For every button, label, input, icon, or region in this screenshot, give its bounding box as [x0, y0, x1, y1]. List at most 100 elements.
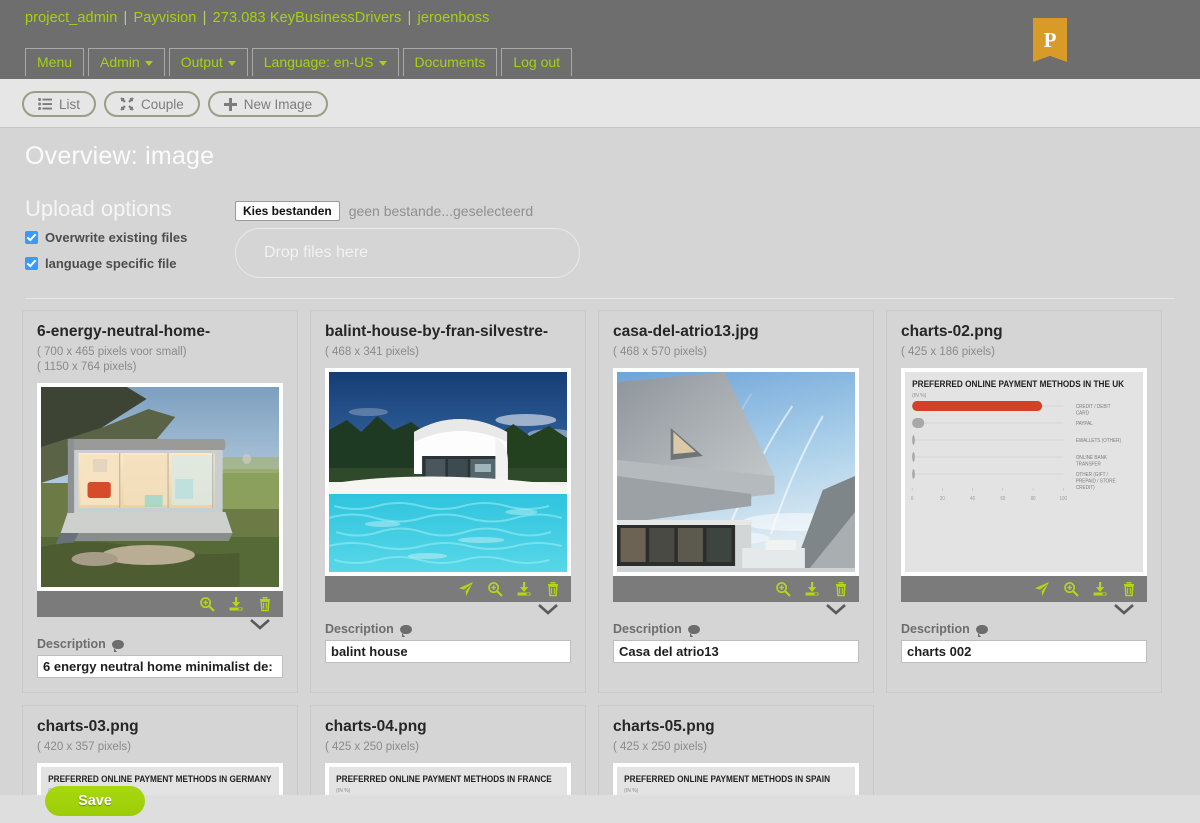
zoom-in-icon[interactable]	[199, 596, 215, 612]
chevron-down-icon[interactable]	[537, 602, 559, 616]
description-label-row: Description	[325, 622, 571, 637]
card-dimensions: ( 425 x 186 pixels)	[901, 346, 995, 358]
description-input[interactable]	[325, 640, 571, 663]
chevron-down-icon[interactable]	[249, 617, 271, 631]
card-action-bar	[901, 576, 1147, 602]
nav-tab-log-out[interactable]: Log out	[501, 48, 573, 76]
chevron-down-icon[interactable]	[825, 602, 847, 616]
card-filename: balint-house-by-fran-silvestre-	[325, 323, 549, 340]
list-button[interactable]: List	[22, 91, 97, 117]
card-filename: charts-05.png	[613, 718, 715, 735]
comment-bubble-icon	[111, 639, 124, 652]
svg-text:ONLINE BANK: ONLINE BANK	[1076, 455, 1108, 461]
comment-bubble-icon	[687, 624, 700, 637]
thumbnail-frame[interactable]	[37, 383, 283, 591]
image-card: balint-house-by-fran-silvestre- ( 468 x 3…	[310, 310, 586, 693]
card-dimensions: ( 468 x 341 pixels)	[325, 346, 419, 358]
thumbnail-image	[41, 387, 279, 587]
save-button[interactable]: Save	[45, 786, 145, 816]
couple-button[interactable]: Couple	[104, 91, 200, 117]
svg-text:OTHER (GIFT /: OTHER (GIFT /	[1076, 472, 1109, 478]
logo-letter: P	[1043, 28, 1057, 52]
thumbnail-frame[interactable]	[325, 368, 571, 576]
card-filename: charts-02.png	[901, 323, 1003, 340]
trash-icon[interactable]	[833, 581, 849, 597]
svg-text:0: 0	[911, 496, 914, 502]
dropzone-label: Drop files here	[264, 244, 369, 261]
nav-tab-documents[interactable]: Documents	[402, 48, 498, 76]
language-specific-file-row[interactable]: language specific file	[25, 256, 177, 271]
nav-tab-label: Log out	[513, 54, 561, 70]
chart-thumbnail: PREFERRED ONLINE PAYMENT METHODS IN THE …	[905, 372, 1143, 572]
card-action-bar	[37, 591, 283, 617]
thumbnail-frame[interactable]: PREFERRED ONLINE PAYMENT METHODS IN THE …	[901, 368, 1147, 576]
trash-icon[interactable]	[1121, 581, 1137, 597]
upload-options-heading: Upload options	[25, 196, 172, 221]
download-icon[interactable]	[1092, 581, 1108, 597]
card-dimensions: ( 420 x 357 pixels)	[37, 741, 131, 753]
nav-tab-label: Language: en-US	[263, 54, 374, 70]
nav-tab-label: Documents	[414, 54, 486, 70]
send-icon[interactable]	[1034, 581, 1050, 597]
card-action-bar	[613, 576, 859, 602]
breadcrumb-separator: |	[403, 10, 416, 26]
card-dimensions: ( 468 x 570 pixels)	[613, 346, 707, 358]
card-filename: charts-03.png	[37, 718, 139, 735]
svg-text:PREFERRED ONLINE PAYMENT METHO: PREFERRED ONLINE PAYMENT METHODS IN FRAN…	[336, 774, 552, 785]
view-mode-buttons: List Couple New Image	[22, 91, 329, 117]
svg-text:80: 80	[1031, 496, 1036, 502]
description-input[interactable]	[901, 640, 1147, 663]
choose-files-button[interactable]: Kies bestanden	[235, 201, 340, 221]
svg-text:100: 100	[1060, 496, 1068, 502]
description-input[interactable]	[37, 655, 283, 678]
svg-text:(IN %): (IN %)	[624, 788, 638, 794]
overwrite-existing-files-row[interactable]: Overwrite existing files	[25, 230, 187, 245]
comment-bubble-icon	[975, 624, 988, 637]
nav-tab-menu[interactable]: Menu	[25, 48, 85, 76]
overwrite-existing-files-checkbox[interactable]	[25, 231, 38, 244]
breadcrumb-item-3[interactable]: jeroenboss	[418, 10, 490, 26]
image-card: 6-energy-neutral-home- ( 700 x 465 pixels…	[22, 310, 298, 693]
nav-tab-admin[interactable]: Admin	[88, 48, 165, 76]
image-card-grid: 6-energy-neutral-home- ( 700 x 465 pixels…	[22, 310, 1182, 823]
chevron-down-icon	[378, 60, 387, 66]
breadcrumb-item-0[interactable]: project_admin	[25, 10, 117, 26]
new-image-button[interactable]: New Image	[207, 91, 329, 117]
image-card: charts-02.png ( 425 x 186 pixels) PREFERRE…	[886, 310, 1162, 693]
nav-tab-label: Admin	[100, 54, 140, 70]
expand-row	[325, 602, 571, 620]
download-icon[interactable]	[516, 581, 532, 597]
trash-icon[interactable]	[257, 596, 273, 612]
card-dimensions: ( 1150 x 764 pixels)	[37, 361, 137, 373]
svg-text:60: 60	[1000, 496, 1005, 502]
breadcrumb-item-1[interactable]: Payvision	[134, 10, 197, 26]
payvision-logo: P	[1033, 18, 1067, 62]
thumbnail-image	[329, 372, 567, 572]
svg-text:PAYPAL: PAYPAL	[1076, 421, 1093, 427]
zoom-in-icon[interactable]	[775, 581, 791, 597]
chevron-down-icon[interactable]	[1113, 602, 1135, 616]
breadcrumb-separator: |	[198, 10, 211, 26]
svg-text:PREFERRED ONLINE PAYMENT METHO: PREFERRED ONLINE PAYMENT METHODS IN THE …	[912, 379, 1125, 390]
app-root: project_admin | Payvision | 273.083 KeyB…	[0, 0, 1200, 823]
zoom-in-icon[interactable]	[487, 581, 503, 597]
svg-text:20: 20	[940, 496, 945, 502]
download-icon[interactable]	[228, 596, 244, 612]
file-dropzone[interactable]: Drop files here	[235, 228, 580, 278]
trash-icon[interactable]	[545, 581, 561, 597]
nav-tab-output[interactable]: Output	[168, 48, 248, 76]
language-specific-file-checkbox[interactable]	[25, 257, 38, 270]
file-selection-status: geen bestande...geselecteerd	[348, 203, 534, 219]
send-icon[interactable]	[458, 581, 474, 597]
breadcrumb-item-2[interactable]: 273.083 KeyBusinessDrivers	[213, 10, 402, 26]
download-icon[interactable]	[804, 581, 820, 597]
svg-text:TRANSFER: TRANSFER	[1076, 461, 1101, 467]
description-label: Description	[325, 622, 394, 636]
description-label-row: Description	[37, 637, 283, 652]
thumbnail-frame[interactable]	[613, 368, 859, 576]
zoom-in-icon[interactable]	[1063, 581, 1079, 597]
new-image-button-label: New Image	[243, 96, 313, 112]
description-input[interactable]	[613, 640, 859, 663]
nav-tab-language-en-us[interactable]: Language: en-US	[251, 48, 399, 76]
plus-icon	[223, 97, 237, 111]
